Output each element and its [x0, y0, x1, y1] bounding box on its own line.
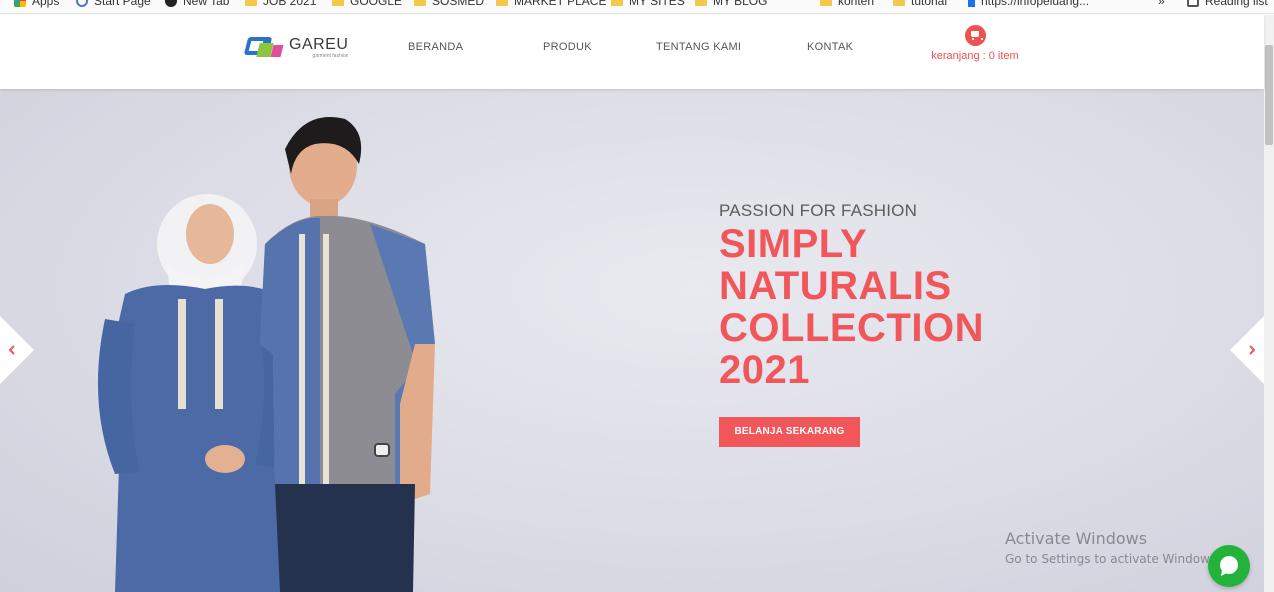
hero-subtitle: PASSION FOR FASHION [719, 201, 918, 220]
bookmark-konten[interactable]: konten [820, 0, 874, 8]
hero-title-line: COLLECTION [719, 306, 984, 350]
whatsapp-chat-button[interactable] [1208, 545, 1250, 587]
bookmark-apps[interactable]: Apps [14, 0, 59, 8]
bookmarks-overflow-button[interactable]: » [1158, 0, 1165, 8]
activate-windows-watermark: Activate Windows Go to Settings to activ… [1005, 529, 1220, 566]
cart-icon [964, 25, 986, 46]
folder-icon [695, 0, 707, 6]
nav-kontak[interactable]: KONTAK [807, 41, 853, 53]
site-header: GAREU garment fashion BERANDA PRODUK TEN… [0, 15, 1264, 89]
hero-slider: PASSION FOR FASHION SIMPLY NATURALIS COL… [0, 89, 1264, 592]
logo-tagline: garment fashion [312, 53, 349, 59]
bookmark-new-tab[interactable]: New Tab [165, 0, 229, 8]
logo-icon [243, 35, 286, 61]
folder-icon [820, 0, 832, 6]
slider-next-button[interactable] [1230, 316, 1264, 384]
bookmark-market-place[interactable]: MARKET PLACE [496, 0, 606, 8]
start-page-icon [76, 0, 88, 7]
github-icon [165, 0, 177, 7]
folder-icon [332, 0, 344, 6]
page-scrollbar[interactable] [1264, 15, 1274, 592]
bookmark-my-blog[interactable]: MY BLOG [695, 0, 767, 8]
hero-text: PASSION FOR FASHION SIMPLY NATURALIS COL… [719, 201, 984, 391]
hero-title-line: SIMPLY [719, 222, 868, 266]
hero-title-line: 2021 [719, 348, 810, 392]
folder-icon [414, 0, 426, 6]
reading-list-icon [1187, 0, 1199, 7]
folder-icon [245, 0, 257, 6]
bookmark-start-page[interactable]: Start Page [76, 0, 151, 8]
site-logo[interactable]: GAREU garment fashion [243, 35, 349, 61]
hero-title-line: NATURALIS [719, 264, 952, 308]
hero-title: SIMPLY NATURALIS COLLECTION 2021 [719, 223, 984, 391]
reading-list-button[interactable]: Reading list [1187, 0, 1268, 8]
woman-face [186, 204, 234, 264]
folder-icon [496, 0, 508, 6]
bookmark-page-icon [968, 0, 975, 7]
cart-button[interactable]: keranjang : 0 item [930, 25, 1020, 62]
nav-tentang-kami[interactable]: TENTANG KAMI [656, 41, 741, 53]
apps-icon [14, 0, 26, 7]
folder-icon [611, 0, 623, 6]
bookmarks-bar: Apps Start Page New Tab JOB 2021 GOOGLE … [0, 0, 1274, 14]
bookmark-my-sites[interactable]: MY SITES [611, 0, 685, 8]
chat-bubble-icon [1220, 556, 1238, 576]
scrollbar-thumb[interactable] [1265, 45, 1273, 145]
bookmark-job-2021[interactable]: JOB 2021 [245, 0, 316, 8]
bookmark-infopeluang[interactable]: https://infopeluang... [968, 0, 1089, 8]
hero-models-image [97, 117, 435, 592]
nav-produk[interactable]: PRODUK [543, 41, 592, 53]
logo-name: GAREU [289, 36, 349, 53]
bookmark-sosmed[interactable]: SOSMED [414, 0, 484, 8]
activate-windows-title: Activate Windows [1005, 529, 1148, 548]
slider-prev-button[interactable] [0, 316, 34, 384]
bookmark-google[interactable]: GOOGLE [332, 0, 402, 8]
cart-label: keranjang : 0 item [931, 50, 1019, 62]
activate-windows-subtitle: Go to Settings to activate Windows. [1005, 552, 1220, 566]
nav-beranda[interactable]: BERANDA [408, 41, 463, 53]
folder-icon [893, 0, 905, 6]
shop-now-button[interactable]: BELANJA SEKARANG [719, 417, 860, 447]
bookmark-tutorial[interactable]: tutorial [893, 0, 947, 8]
man-jeans [275, 484, 415, 592]
